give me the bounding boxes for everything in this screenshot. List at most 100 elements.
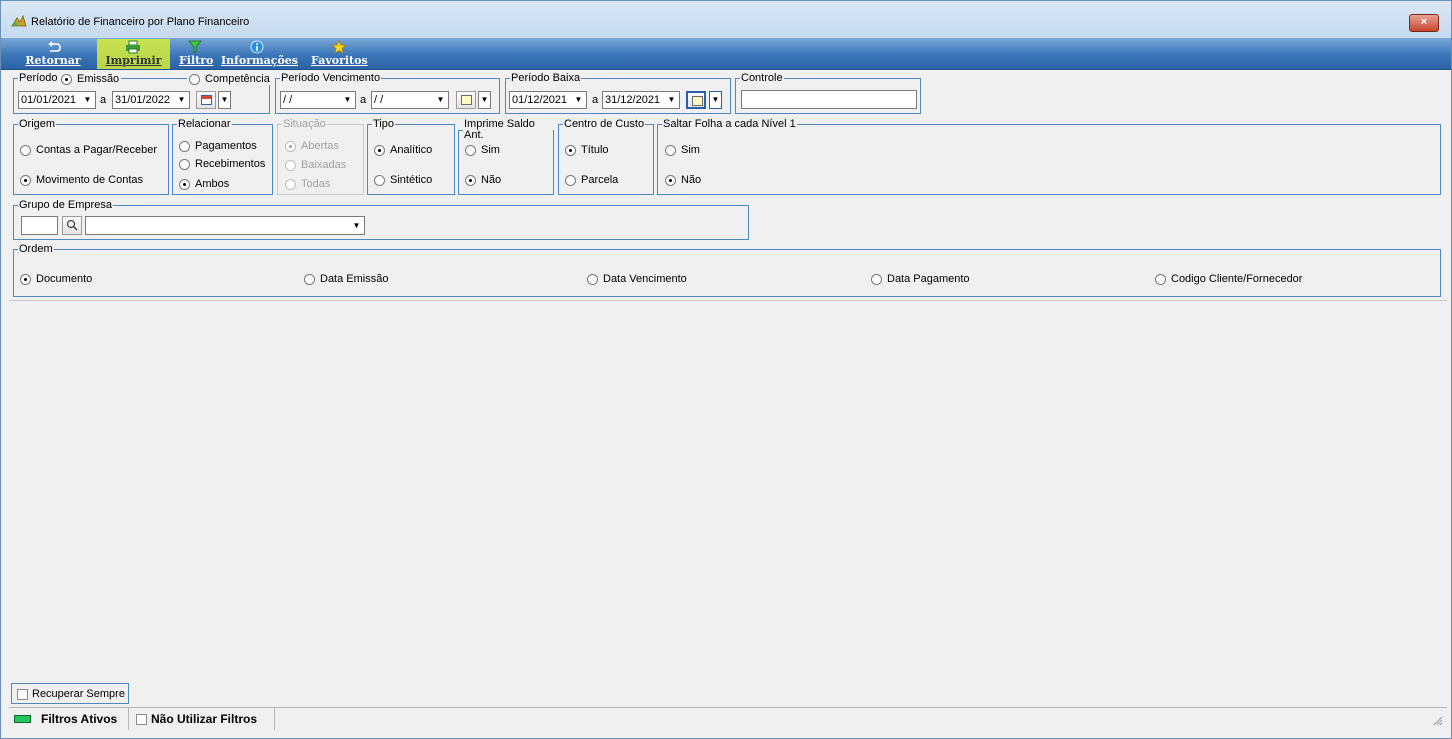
ordem-cliente-radio[interactable]: Codigo Cliente/Fornecedor [1155, 273, 1302, 285]
radio-dot [179, 140, 190, 152]
back-label: Retornar [25, 54, 81, 67]
vencimento-calendar-button[interactable] [456, 91, 476, 109]
chevron-down-icon[interactable]: ▼ [665, 93, 678, 107]
origem-contas-radio[interactable]: Contas a Pagar/Receber [20, 144, 157, 156]
vencimento-from-date[interactable]: / / ▼ [280, 91, 356, 109]
periodo-to-date[interactable]: 31/01/2022 ▼ [112, 91, 190, 109]
centro-titulo-radio[interactable]: Título [565, 144, 609, 156]
close-button[interactable]: × [1409, 14, 1439, 32]
radio-label: Baixadas [301, 159, 347, 171]
radio-label: Recebimentos [195, 158, 266, 170]
radio-dot [285, 140, 296, 152]
print-label: Imprimir [105, 54, 162, 67]
calendar-icon [692, 96, 703, 106]
chevron-down-icon[interactable]: ▼ [478, 91, 491, 109]
baixa-to-date[interactable]: 31/12/2021 ▼ [602, 91, 680, 109]
baixa-sep: a [592, 94, 599, 106]
content-divider [9, 300, 1447, 301]
saltar-legend: Saltar Folha a cada Nível 1 [663, 118, 796, 130]
radio-dot [465, 144, 476, 156]
date-value: 31/01/2022 [115, 94, 171, 106]
baixa-calendar-button[interactable] [686, 91, 706, 109]
tipo-sintetico-radio[interactable]: Sintético [374, 174, 432, 186]
radio-label: Movimento de Contas [36, 174, 143, 186]
favorites-button[interactable]: Favoritos [311, 39, 368, 69]
relacionar-recebimentos-radio[interactable]: Recebimentos [179, 158, 265, 170]
saltar-nao-radio[interactable]: Não [665, 174, 701, 186]
info-label: Informações [221, 54, 298, 67]
baixa-legend: Período Baixa [511, 72, 581, 84]
radio-dot [179, 178, 190, 190]
radio-dot [665, 174, 676, 186]
controle-input[interactable] [741, 90, 917, 109]
search-icon [66, 219, 78, 231]
chevron-down-icon[interactable]: ▼ [341, 93, 354, 107]
radio-label: Não [481, 174, 502, 186]
info-icon [250, 40, 264, 54]
nao-utilizar-cell[interactable]: Não Utilizar Filtros [133, 708, 275, 730]
filter-funnel-icon [188, 40, 202, 54]
chevron-down-icon[interactable]: ▼ [709, 91, 722, 109]
vencimento-to-date[interactable]: / / ▼ [371, 91, 449, 109]
filter-button[interactable]: Filtro [179, 39, 214, 69]
radio-label: Não [681, 174, 702, 186]
radio-dot [665, 144, 676, 156]
ordem-vencimento-radio[interactable]: Data Vencimento [587, 273, 687, 285]
periodo-from-date[interactable]: 01/01/2021 ▼ [18, 91, 96, 109]
chevron-down-icon[interactable]: ▼ [218, 91, 231, 109]
radio-dot [304, 273, 315, 285]
periodo-emissao-radio[interactable]: Emissão [59, 73, 122, 85]
radio-label: Analítico [390, 144, 433, 156]
ordem-documento-radio[interactable]: Documento [20, 273, 92, 285]
info-button[interactable]: Informações [221, 39, 298, 69]
chevron-down-icon[interactable]: ▼ [572, 93, 585, 107]
back-button[interactable]: Retornar [25, 39, 81, 69]
checkbox-label: Recuperar Sempre [32, 688, 125, 700]
radio-label: Data Emissão [320, 273, 389, 285]
active-filter-icon [14, 715, 31, 723]
saltar-sim-radio[interactable]: Sim [665, 144, 700, 156]
radio-dot [565, 174, 576, 186]
baixa-from-date[interactable]: 01/12/2021 ▼ [509, 91, 587, 109]
printer-icon [126, 40, 140, 54]
ordem-emissao-radio[interactable]: Data Emissão [304, 273, 388, 285]
periodo-competencia-radio[interactable]: Competência [187, 73, 272, 85]
centro-parcela-radio[interactable]: Parcela [565, 174, 618, 186]
recuperar-checkbox[interactable]: Recuperar Sempre [17, 688, 125, 700]
origem-movimento-radio[interactable]: Movimento de Contas [20, 174, 143, 186]
radio-label: Competência [205, 73, 270, 85]
saldo-nao-radio[interactable]: Não [465, 174, 501, 186]
back-arrow-icon [48, 41, 61, 52]
title-bar: Relatório de Financeiro por Plano Financ… [1, 1, 1451, 38]
radio-label: Documento [36, 273, 93, 285]
saltar-group: Saltar Folha a cada Nível 1 [657, 119, 1441, 195]
print-button[interactable]: Imprimir [97, 39, 170, 69]
radio-dot [189, 73, 200, 85]
toolbar: Retornar Imprimir Filtro Informações Fav… [1, 38, 1451, 70]
situacao-todas-radio: Todas [285, 178, 330, 190]
vencimento-sep: a [360, 94, 367, 106]
chevron-down-icon[interactable]: ▼ [350, 219, 363, 233]
relacionar-pagamentos-radio[interactable]: Pagamentos [179, 140, 257, 152]
date-value: / / [283, 94, 293, 106]
chevron-down-icon[interactable]: ▼ [81, 93, 94, 107]
grupo-select[interactable]: ▼ [85, 216, 365, 235]
date-value: 01/12/2021 [512, 94, 568, 106]
chevron-down-icon[interactable]: ▼ [434, 93, 447, 107]
ordem-pagamento-radio[interactable]: Data Pagamento [871, 273, 970, 285]
radio-label: Sim [681, 144, 700, 156]
radio-label: Emissão [77, 73, 120, 85]
grupo-search-button[interactable] [62, 216, 82, 235]
tipo-analitico-radio[interactable]: Analítico [374, 144, 432, 156]
favorites-label: Favoritos [311, 54, 368, 67]
radio-label: Ambos [195, 178, 230, 190]
periodo-sep: a [100, 94, 107, 106]
saldo-sim-radio[interactable]: Sim [465, 144, 500, 156]
relacionar-ambos-radio[interactable]: Ambos [179, 178, 229, 190]
chevron-down-icon[interactable]: ▼ [175, 93, 188, 107]
periodo-calendar-button[interactable] [196, 91, 216, 109]
resize-grip-icon[interactable] [1433, 716, 1443, 726]
grupo-code-input[interactable] [21, 216, 58, 235]
filter-label: Filtro [179, 54, 214, 67]
date-value: 01/01/2021 [21, 94, 77, 106]
